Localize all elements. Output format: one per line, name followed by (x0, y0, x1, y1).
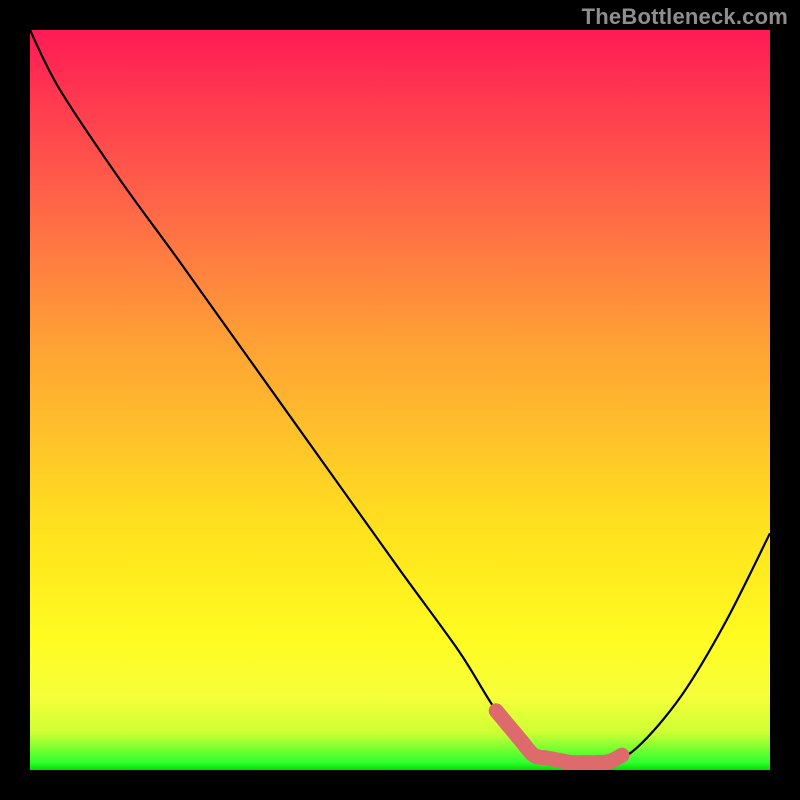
bottleneck-curve (30, 30, 770, 764)
curve-svg (30, 30, 770, 770)
optimal-range-highlight (496, 711, 622, 763)
watermark: TheBottleneck.com (582, 4, 788, 30)
plot-area (30, 30, 770, 770)
chart-frame: TheBottleneck.com (0, 0, 800, 800)
